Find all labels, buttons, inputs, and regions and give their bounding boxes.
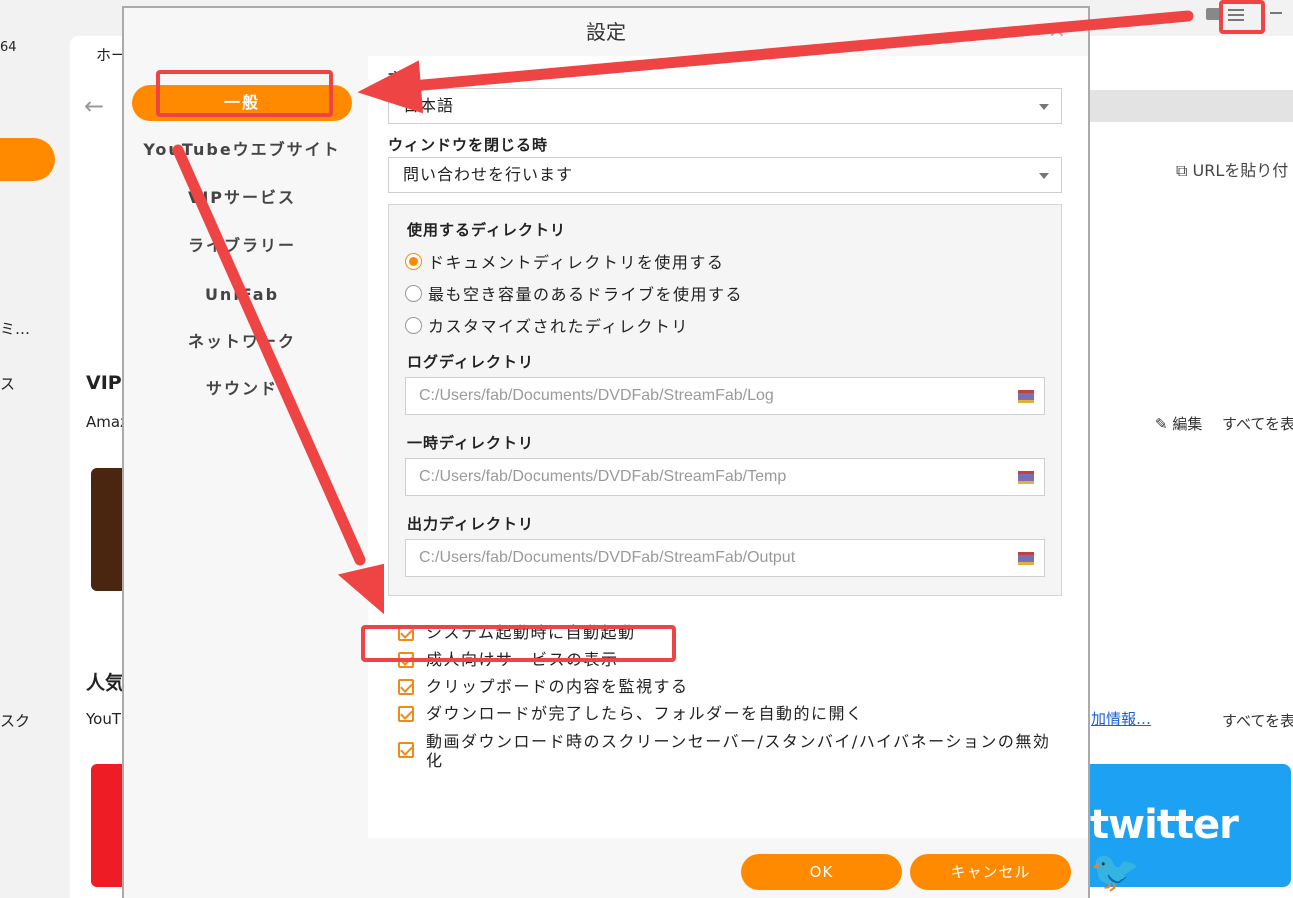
radio-label: 最も空き容量のあるドライブを使用する [428, 285, 744, 304]
app-nav-active-pill[interactable] [0, 138, 55, 181]
radio-indicator [405, 253, 422, 270]
log-dir-label: ログディレクトリ [407, 353, 534, 371]
on-close-select[interactable]: 問い合わせを行います [388, 157, 1062, 193]
settings-dialog: 設定 × 一般 YouTubeウエブサイト VIPサービス ライブラリー Uni… [122, 6, 1090, 898]
skin-icon[interactable] [1206, 8, 1220, 20]
radio-label: カスタマイズされたディレクトリ [428, 317, 689, 336]
section-title-popular: 人気 [86, 672, 125, 694]
radio-documents[interactable]: ドキュメントディレクトリを使用する [405, 249, 725, 272]
app-left-strip [0, 0, 70, 898]
checkbox-box [398, 742, 414, 758]
youtube-thumbnail[interactable] [91, 764, 123, 887]
radio-indicator [405, 317, 422, 334]
info-link[interactable]: 加情報… [1091, 708, 1151, 729]
output-dir-field[interactable]: C:/Users/fab/Documents/DVDFab/StreamFab/… [405, 539, 1045, 577]
section-sub-popular: YouT [86, 710, 122, 728]
checkbox-box [398, 679, 414, 695]
minimize-icon[interactable] [1270, 12, 1282, 14]
log-dir-value: C:/Users/fab/Documents/DVDFab/StreamFab/… [419, 387, 774, 404]
left-text-2[interactable]: ミ… [0, 318, 30, 339]
dialog-footer: OK キャンセル [124, 838, 1088, 898]
sidebar-item-youtube[interactable]: YouTubeウエブサイト [132, 132, 352, 168]
copy-icon: ⧉ [1176, 161, 1188, 180]
chevron-down-icon [1039, 173, 1049, 179]
output-dir-label: 出力ディレクトリ [407, 515, 534, 533]
checkbox-box [398, 706, 414, 722]
sidebar-item-network[interactable]: ネットワーク [132, 324, 352, 360]
back-arrow-icon[interactable]: ← [84, 92, 104, 120]
settings-sidebar: 一般 YouTubeウエブサイト VIPサービス ライブラリー UniFab ネ… [124, 56, 368, 838]
sidebar-item-vip[interactable]: VIPサービス [132, 180, 352, 216]
close-icon[interactable]: × [1048, 18, 1066, 43]
show-all-link-1[interactable]: すべてを表 [1222, 413, 1293, 434]
annotation-box-adult [361, 625, 676, 662]
screenshot: 64 ミ… ス スク ホー ← ⧉ URLを貼り付 ✎ 編集 すべてを表 加情報… [0, 0, 1293, 898]
app-search-bar[interactable] [1090, 90, 1293, 122]
temp-dir-field[interactable]: C:/Users/fab/Documents/DVDFab/StreamFab/… [405, 458, 1045, 496]
log-dir-field[interactable]: C:/Users/fab/Documents/DVDFab/StreamFab/… [405, 377, 1045, 415]
sidebar-item-unifab[interactable]: UniFab [132, 277, 352, 313]
language-select[interactable]: 日本語 [388, 88, 1062, 124]
left-text-3[interactable]: ス [0, 373, 15, 394]
annotation-box-general [156, 70, 333, 117]
folder-icon[interactable] [1018, 390, 1034, 403]
twitter-bird-icon: 🐦 [1090, 849, 1140, 895]
checkbox-label: クリップボードの内容を監視する [426, 677, 689, 696]
paste-url-button[interactable]: ⧉ URLを貼り付 [1176, 157, 1288, 181]
checkbox-label-line2: 化 [426, 751, 444, 770]
language-value: 日本語 [403, 96, 455, 115]
folder-icon[interactable] [1018, 552, 1034, 565]
radio-largest-drive[interactable]: 最も空き容量のあるドライブを使用する [405, 281, 744, 304]
on-close-value: 問い合わせを行います [403, 165, 574, 184]
directory-label: 使用するディレクトリ [407, 221, 566, 239]
checkbox-label: ダウンロードが完了したら、フォルダーを自動的に開く [426, 704, 864, 723]
twitter-logo: twitter [1090, 802, 1239, 848]
show-all-link-2[interactable]: すべてを表 [1222, 710, 1293, 731]
ok-button[interactable]: OK [741, 854, 902, 890]
sidebar-item-library[interactable]: ライブラリー [132, 228, 352, 264]
folder-icon[interactable] [1018, 471, 1034, 484]
edit-button[interactable]: ✎ 編集 [1155, 413, 1202, 434]
radio-indicator [405, 285, 422, 302]
output-dir-value: C:/Users/fab/Documents/DVDFab/StreamFab/… [419, 549, 796, 566]
dialog-title: 設定 [586, 20, 626, 44]
service-thumbnail[interactable] [91, 468, 123, 591]
cancel-button[interactable]: キャンセル [910, 854, 1071, 890]
annotation-box-menu [1219, 0, 1265, 34]
pen-icon: ✎ [1155, 415, 1168, 433]
settings-content: 言語 日本語 ウィンドウを閉じる時 問い合わせを行います 使用するディレクトリ … [368, 56, 1088, 838]
section-title-vip: VIP [86, 372, 122, 394]
language-label: 言語 [388, 70, 421, 88]
sidebar-item-sound[interactable]: サウンド [132, 371, 352, 407]
on-close-label: ウィンドウを閉じる時 [388, 136, 549, 154]
paste-url-label: URLを貼り付 [1192, 161, 1289, 180]
directory-group: 使用するディレクトリ ドキュメントディレクトリを使用する 最も空き容量のあるドラ… [388, 204, 1062, 596]
radio-custom[interactable]: カスタマイズされたディレクトリ [405, 313, 689, 336]
edit-label: 編集 [1172, 415, 1203, 433]
left-text-4[interactable]: スク [0, 710, 30, 731]
twitter-tile[interactable]: twitter 🐦 [1090, 764, 1291, 895]
checkbox-label-line1: 動画ダウンロード時のスクリーンセーバー/スタンバイ/ハイバネーションの無効 [426, 732, 1051, 751]
chevron-down-icon [1039, 104, 1049, 110]
temp-dir-value: C:/Users/fab/Documents/DVDFab/StreamFab/… [419, 468, 787, 485]
temp-dir-label: 一時ディレクトリ [407, 434, 534, 452]
radio-label: ドキュメントディレクトリを使用する [428, 253, 725, 272]
left-text-1: 64 [0, 40, 17, 55]
